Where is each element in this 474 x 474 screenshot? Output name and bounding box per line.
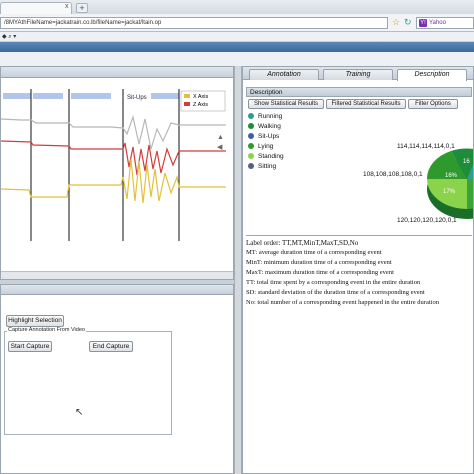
legend-swatch bbox=[248, 113, 254, 119]
pie-percent-label: 16% bbox=[445, 173, 458, 179]
browser-tab-strip: x + bbox=[0, 0, 474, 14]
tab-bar: Annotation Training Description bbox=[243, 67, 473, 81]
legend-item-walking[interactable]: Walking bbox=[248, 123, 281, 130]
legend-item-sitting[interactable]: Sitting bbox=[248, 163, 276, 170]
reload-icon[interactable]: ↻ bbox=[404, 17, 412, 28]
tab-description[interactable]: Description bbox=[397, 69, 467, 81]
legend-label: Running bbox=[258, 113, 283, 120]
segment-label-situps: Sit-Ups bbox=[127, 95, 147, 101]
tab-annotation[interactable]: Annotation bbox=[249, 69, 319, 80]
legend-swatch-x bbox=[184, 94, 190, 98]
close-icon[interactable]: x bbox=[65, 3, 71, 11]
segment-label-bar bbox=[3, 93, 31, 99]
segment-label-bar bbox=[151, 93, 179, 99]
panel-header bbox=[1, 67, 233, 78]
mouse-cursor-icon: ↖ bbox=[75, 407, 84, 418]
legend-swatch-z bbox=[184, 102, 190, 106]
sensor-line-chart[interactable]: X Axis Z Axis Sit-Ups ▲ ◀ bbox=[1, 89, 226, 241]
definition-line: TT: total time spent by a corresponding … bbox=[246, 279, 421, 286]
label-order-text: Label order: TT,MT,MinT,MaxT,SD,No bbox=[246, 239, 359, 247]
segment-label-bar bbox=[33, 93, 63, 99]
new-tab-button[interactable]: + bbox=[76, 3, 88, 13]
legend-swatch bbox=[248, 153, 254, 159]
bookmarks-bar: ◆ ⌕ ▾ bbox=[0, 32, 474, 42]
highlight-selection-button[interactable]: Highlight Selection bbox=[6, 315, 64, 327]
legend-swatch bbox=[248, 143, 254, 149]
definition-line: SD: standard deviation of the duration t… bbox=[246, 289, 425, 296]
legend-label: Lying bbox=[258, 143, 274, 150]
panel-header bbox=[1, 285, 233, 295]
app-toolbar bbox=[0, 52, 474, 66]
pie-callout-label: 120,120,120,120,0,1 bbox=[397, 217, 457, 224]
definition-line: MT: average duration time of a correspon… bbox=[246, 249, 382, 256]
address-field[interactable]: /8MYAthFileName=jackatrain.co.lb/fileNam… bbox=[0, 17, 388, 29]
show-statistical-results-button[interactable]: Show Statistical Results bbox=[248, 99, 324, 109]
horizontal-scrollbar[interactable] bbox=[1, 271, 233, 279]
definition-line: MinT: minimum duration time of a corresp… bbox=[246, 259, 392, 266]
pan-up-icon[interactable]: ▲ bbox=[217, 134, 224, 141]
bookmark-star-icon[interactable]: ☆ bbox=[392, 17, 400, 28]
pie-percent-label: 16 bbox=[463, 159, 470, 165]
legend-item-standing[interactable]: Standing bbox=[248, 153, 284, 160]
pan-down-icon[interactable]: ◀ bbox=[217, 144, 223, 151]
sensor-plot-panel: X Axis Z Axis Sit-Ups ▲ ◀ bbox=[0, 66, 234, 280]
pie-percent-label: 17% bbox=[443, 189, 456, 195]
yahoo-icon: Y! bbox=[419, 19, 427, 27]
end-capture-button[interactable]: End Capture bbox=[89, 341, 133, 352]
legend-item-running[interactable]: Running bbox=[248, 113, 282, 120]
description-panel: Annotation Training Description Descript… bbox=[242, 66, 474, 474]
legend-swatch bbox=[248, 163, 254, 169]
definition-line: No: total number of a corresponding even… bbox=[246, 299, 439, 306]
url-bar: /8MYAthFileName=jackatrain.co.lb/fileNam… bbox=[0, 14, 474, 32]
legend-swatch bbox=[248, 133, 254, 139]
vertical-splitter[interactable] bbox=[234, 66, 242, 474]
pie-callout-label: 114,114,114,114,0,1 bbox=[397, 143, 455, 150]
legend-label: Sit-Ups bbox=[258, 133, 280, 140]
legend-x-label: X Axis bbox=[193, 94, 209, 100]
segment-label-bar bbox=[71, 93, 111, 99]
legend-label: Walking bbox=[258, 123, 281, 130]
definition-line: MaxT: maximum duration time of a corresp… bbox=[246, 269, 394, 276]
pie-slice-sitting[interactable] bbox=[467, 179, 473, 209]
pie-callout-label: 108,108,108,108,0,1 bbox=[363, 171, 423, 178]
series-z-line bbox=[1, 140, 226, 176]
series-x-line bbox=[1, 114, 226, 150]
search-engine-label: Yahoo bbox=[429, 20, 446, 26]
divider bbox=[246, 235, 472, 236]
activity-legend: Running Walking Sit-Ups Lying Standing Sittin… bbox=[246, 111, 356, 177]
legend-label: Sitting bbox=[258, 163, 277, 170]
app-header bbox=[0, 42, 474, 52]
bookmark-item[interactable]: ◆ ⌕ ▾ bbox=[2, 33, 16, 41]
browser-tab[interactable] bbox=[0, 2, 72, 14]
address-text: /8MYAthFileName=jackatrain.co.lb/fileNam… bbox=[4, 20, 162, 26]
series-y-line bbox=[1, 158, 226, 204]
capture-panel: Highlight Selection Capture Annotation F… bbox=[0, 284, 234, 474]
legend-item-sit-ups[interactable]: Sit-Ups bbox=[248, 133, 279, 140]
capture-group-title: Capture Annotation From Video bbox=[7, 327, 86, 333]
start-capture-button[interactable]: Start Capture bbox=[8, 341, 52, 352]
tab-training[interactable]: Training bbox=[323, 69, 393, 80]
legend-item-lying[interactable]: Lying bbox=[248, 143, 273, 150]
legend-z-label: Z Axis bbox=[193, 102, 208, 108]
legend-swatch bbox=[248, 123, 254, 129]
legend-label: Standing bbox=[258, 153, 284, 160]
description-header: Description bbox=[246, 87, 472, 97]
search-field[interactable]: Y! Yahoo bbox=[416, 17, 474, 29]
